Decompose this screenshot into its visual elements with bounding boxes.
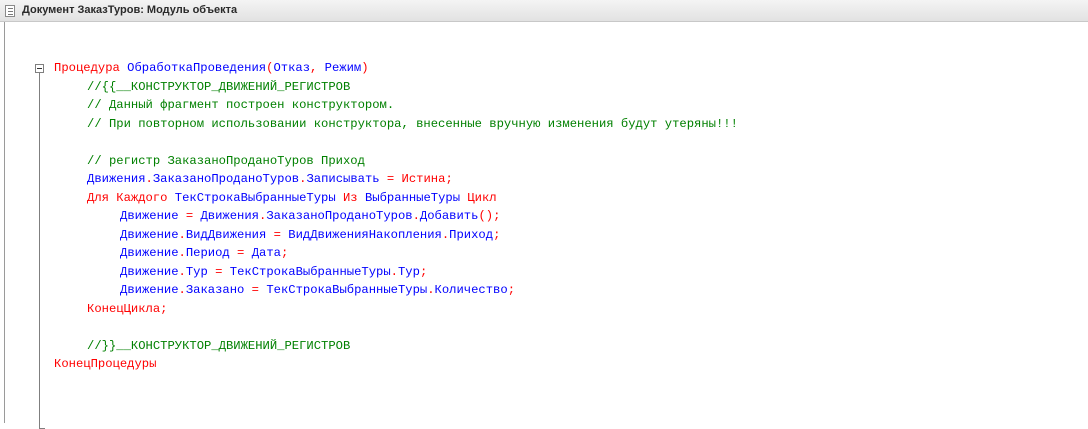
code-token: Период [185, 246, 230, 260]
code-line[interactable]: КонецПроцедуры [54, 355, 156, 374]
code-token: Записывать [306, 172, 380, 186]
code-token: . [178, 283, 186, 297]
code-token: Режим [324, 61, 362, 75]
code-token: Цикл [460, 190, 497, 205]
code-token: ТекСтрокаВыбранныеТуры [229, 264, 391, 279]
code-token: (); [478, 209, 501, 223]
code-token: Движения [87, 172, 146, 186]
code-line[interactable]: Процедура ОбработкаПроведения(Отказ, Реж… [54, 59, 369, 78]
code-token: ) [361, 61, 369, 75]
code-line[interactable]: // При повторном использовании конструкт… [87, 115, 738, 134]
module-document-icon [5, 5, 15, 17]
code-token: . [178, 246, 186, 260]
code-token: //{{__КОНСТРУКТОР_ДВИЖЕНИЙ_РЕГИСТРОВ [87, 79, 351, 94]
code-token: Приход [449, 227, 494, 242]
code-line[interactable]: //}}__КОНСТРУКТОР_ДВИЖЕНИЙ_РЕГИСТРОВ [87, 337, 350, 356]
code-token: ; [280, 246, 289, 260]
code-token: = [207, 264, 230, 279]
code-token: = [244, 283, 267, 297]
code-token: ТекСтрокаВыбранныеТуры [174, 190, 336, 205]
code-token: ; [419, 264, 428, 279]
code-token: ; [493, 227, 501, 242]
code-token: . [390, 264, 398, 279]
code-line[interactable]: Движение = Движения.ЗаказаноПроданоТуров… [120, 207, 500, 226]
code-token: // регистр ЗаказаноПроданоТуров Приход [87, 153, 365, 168]
code-token: Движение [120, 283, 179, 297]
code-token: // Данный фрагмент построен конструкторо… [87, 98, 395, 112]
code-token: . [145, 172, 153, 186]
code-token: Движение [120, 264, 179, 279]
code-token: ; [507, 283, 516, 297]
code-token: = [178, 209, 201, 223]
fold-guide [39, 73, 40, 428]
code-line[interactable]: // регистр ЗаказаноПроданоТуров Приход [87, 152, 365, 171]
code-token: Движение [120, 209, 179, 223]
code-token: Движения [200, 209, 259, 223]
code-line[interactable]: КонецЦикла; [87, 300, 167, 319]
code-line[interactable]: Движение.Заказано = ТекСтрокаВыбранныеТу… [120, 281, 515, 300]
code-token: Движение [120, 227, 179, 242]
code-token: Добавить [419, 209, 479, 223]
code-token: Тур [397, 264, 420, 279]
code-token: = [229, 246, 252, 260]
code-line[interactable]: //{{__КОНСТРУКТОР_ДВИЖЕНИЙ_РЕГИСТРОВ [87, 78, 350, 97]
code-token: . [178, 264, 186, 279]
code-editor[interactable]: Процедура ОбработкаПроведения(Отказ, Реж… [0, 22, 1088, 429]
window-title: Документ ЗаказТуров: Модуль объекта [22, 4, 238, 16]
code-token: . [412, 209, 420, 223]
code-token: Истина [401, 172, 446, 186]
code-token: Заказано [185, 283, 245, 297]
code-line[interactable]: Для Каждого ТекСтрокаВыбранныеТуры Из Вы… [87, 189, 497, 208]
code-token: = [266, 227, 289, 242]
code-token: ; [445, 172, 453, 186]
code-token: ОбработкаПроведения [127, 61, 267, 75]
code-line[interactable]: // Данный фрагмент построен конструкторо… [87, 96, 394, 115]
code-token: Отказ [273, 61, 311, 75]
code-token: ТекСтрокаВыбранныеТуры [266, 283, 428, 297]
code-token: = [379, 172, 402, 186]
code-token: ЗаказаноПроданоТуров [266, 209, 413, 223]
code-token: Тур [185, 264, 208, 279]
code-token: Движение [120, 246, 179, 260]
code-token: Из [335, 190, 365, 205]
code-token: . [427, 283, 435, 297]
code-token: //}}__КОНСТРУКТОР_ДВИЖЕНИЙ_РЕГИСТРОВ [87, 338, 351, 353]
code-token: // При повторном использовании конструкт… [87, 116, 738, 131]
code-token: ВыбранныеТуры [364, 190, 461, 205]
code-token: КонецЦикла; [87, 301, 168, 316]
code-line[interactable]: Движение.Тур = ТекСтрокаВыбранныеТуры.Ту… [120, 263, 427, 282]
code-token: Количество [434, 283, 508, 297]
collapse-procedure-icon[interactable] [35, 64, 44, 73]
code-token: Для Каждого [87, 190, 175, 205]
code-line[interactable]: Движение.Период = Дата; [120, 244, 288, 263]
code-token: ЗаказаноПроданоТуров [152, 172, 300, 186]
code-token: Дата [251, 246, 281, 260]
code-token: КонецПроцедуры [54, 357, 157, 371]
code-token: ВидДвижения [185, 227, 267, 242]
window-titlebar: Документ ЗаказТуров: Модуль объекта [0, 0, 1088, 22]
code-token: Процедура [54, 61, 128, 75]
code-line[interactable]: Движение.ВидДвижения = ВидДвиженияНакопл… [120, 226, 500, 245]
code-line[interactable]: Движения.ЗаказаноПроданоТуров.Записывать… [87, 170, 453, 189]
code-token: , [310, 61, 325, 75]
code-token: . [178, 227, 186, 242]
code-token: ВидДвиженияНакопления [288, 227, 442, 242]
